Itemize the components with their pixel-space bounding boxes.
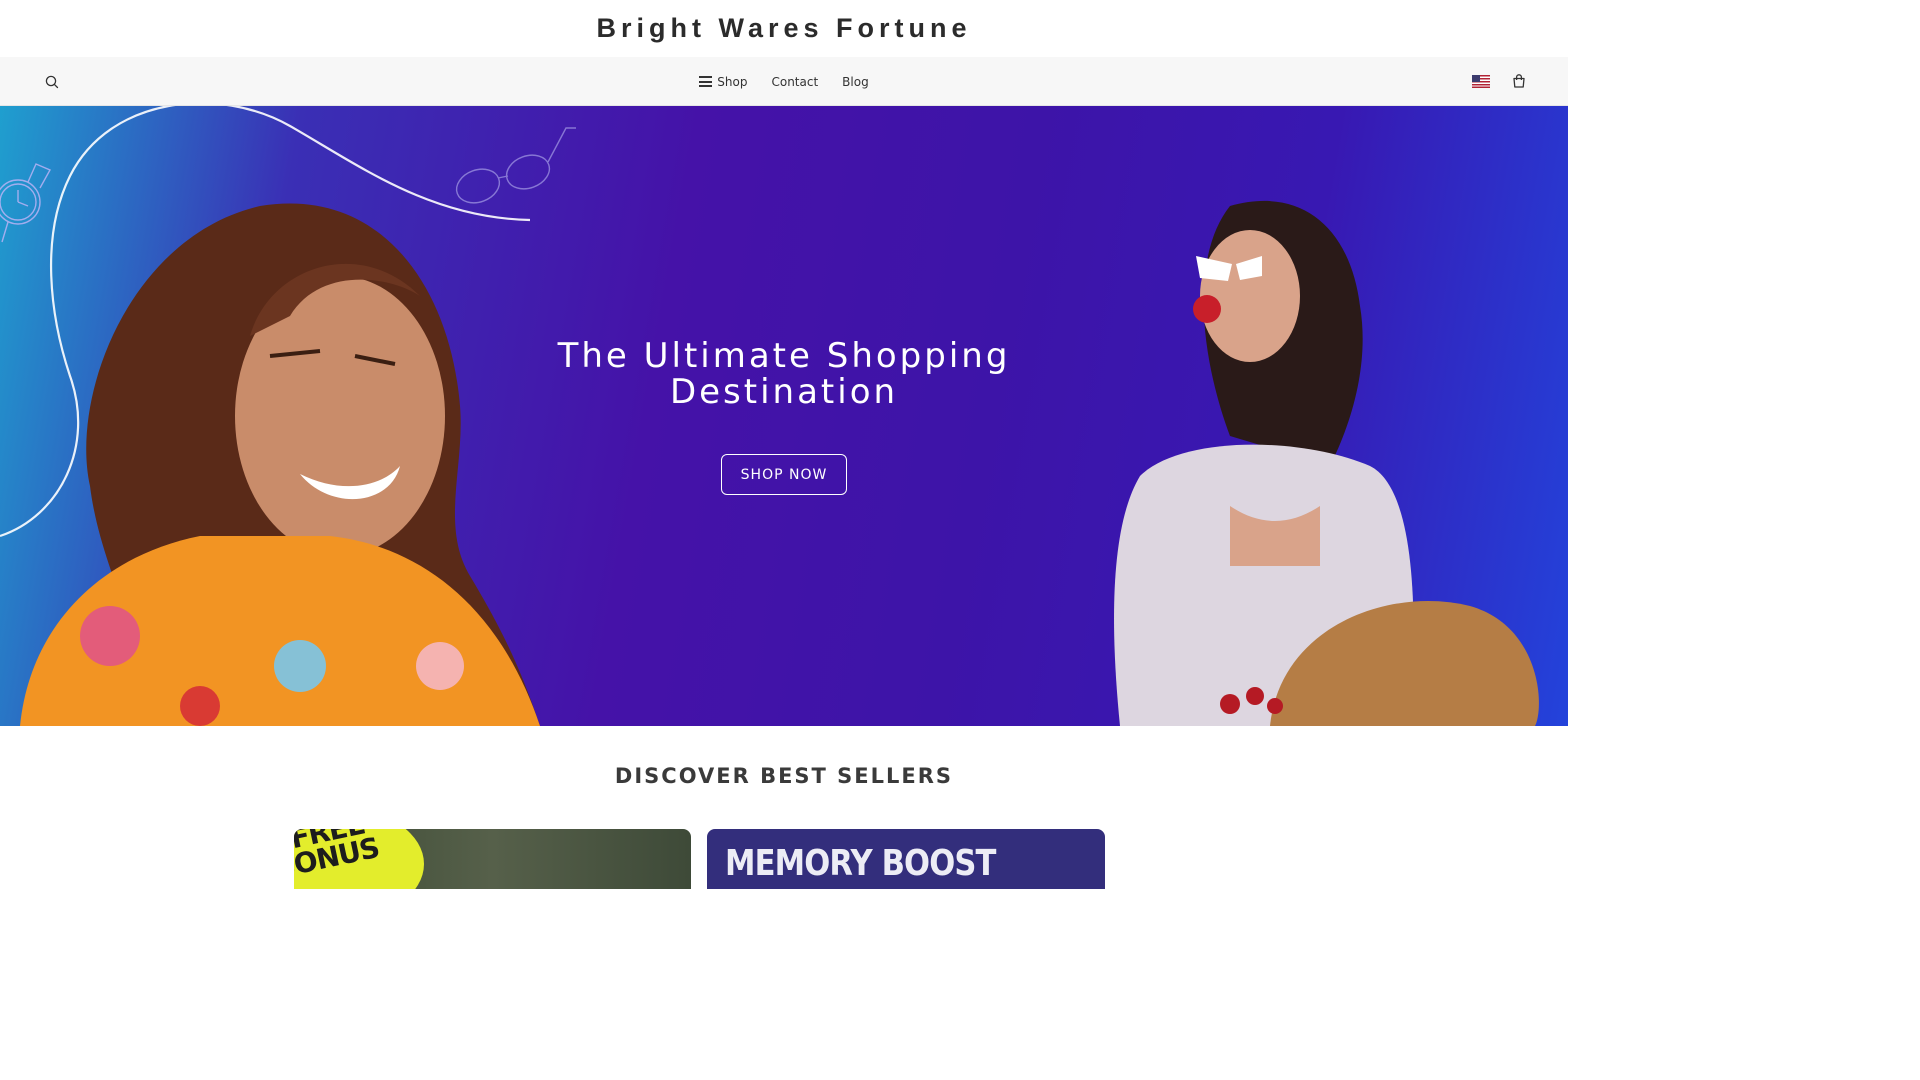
hero-heading-line2: Destination — [669, 372, 899, 412]
nav-item-blog[interactable]: Blog — [842, 75, 869, 89]
hero-illustration — [0, 106, 1539, 726]
nav-links: Shop Contact Blog — [0, 57, 1568, 106]
site-header: Bright Wares Fortune — [0, 0, 1568, 57]
nav-item-shop[interactable]: Shop — [699, 75, 747, 89]
bonus-badge-text: +FREE BONUS — [294, 829, 382, 886]
sunglasses-icon — [455, 127, 576, 204]
hero-heading-line1: The Ultimate Shopping — [557, 336, 1011, 376]
shopping-bag-icon[interactable] — [1511, 73, 1527, 89]
nav-item-blog-label: Blog — [842, 74, 869, 89]
watch-icon — [0, 163, 51, 243]
nav-item-contact[interactable]: Contact — [771, 75, 818, 89]
product-card-headline: MEMORY BOOST — [725, 843, 996, 884]
shop-now-button[interactable]: SHOP NOW — [721, 454, 847, 495]
nav-item-contact-label: Contact — [771, 74, 819, 89]
best-sellers-title: DISCOVER BEST SELLERS — [614, 764, 954, 788]
hero-heading: The Ultimate Shopping Destination — [484, 338, 1084, 410]
search-icon[interactable] — [44, 74, 60, 90]
model-right-image — [1114, 200, 1539, 726]
product-card[interactable]: +FREE BONUS — [294, 829, 691, 889]
menu-icon — [699, 76, 713, 87]
site-title[interactable]: Bright Wares Fortune — [596, 13, 971, 44]
main-navbar: Shop Contact Blog — [0, 57, 1568, 106]
nav-item-shop-label: Shop — [717, 74, 748, 89]
bonus-badge: +FREE BONUS — [294, 829, 424, 889]
hero-banner: The Ultimate Shopping Destination SHOP N… — [0, 106, 1568, 726]
model-left-image — [20, 203, 541, 726]
product-card[interactable]: MEMORY BOOST — [707, 829, 1105, 889]
us-flag-icon[interactable] — [1472, 75, 1490, 88]
